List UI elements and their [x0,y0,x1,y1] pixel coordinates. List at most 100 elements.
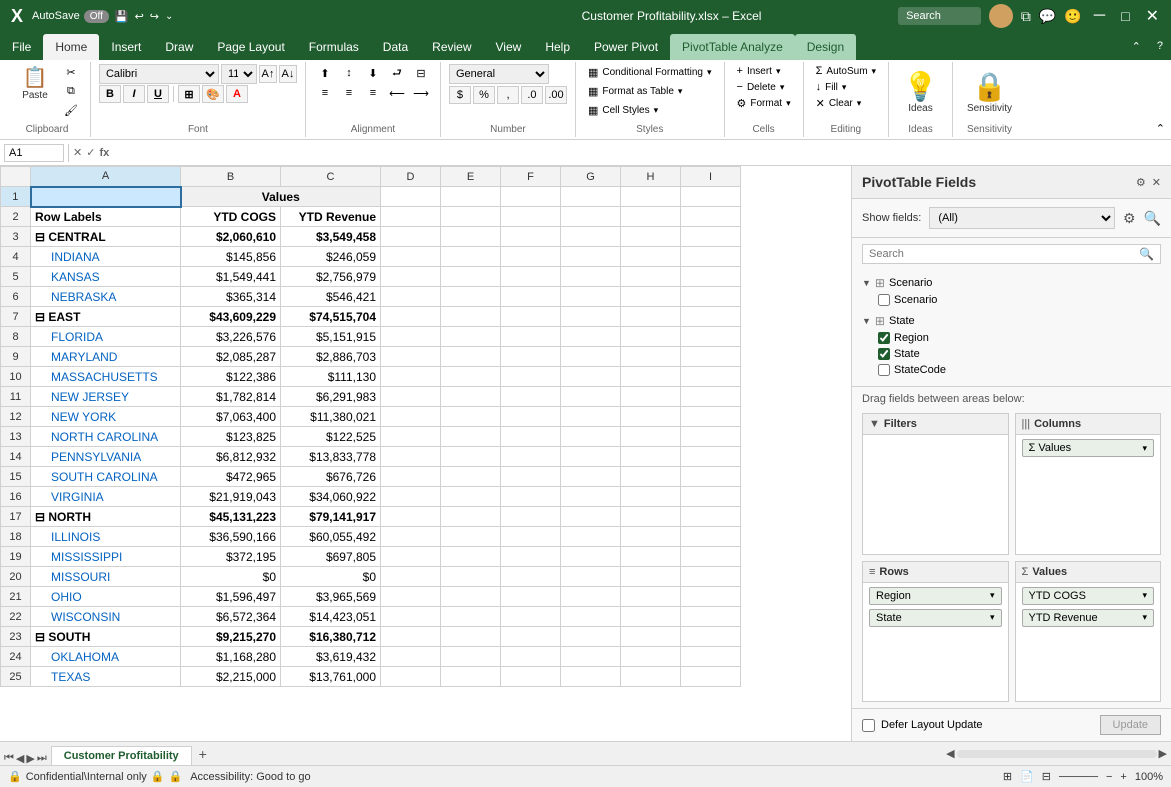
cell-11-I[interactable] [681,387,741,407]
cell-8-I[interactable] [681,327,741,347]
cell-2-A[interactable]: Row Labels [31,207,181,227]
zoom-slider[interactable]: ───── [1059,771,1098,783]
field-child-region[interactable]: Region [862,330,1161,346]
cell-9-E[interactable] [441,347,501,367]
row-number-20[interactable]: 20 [1,567,31,587]
bold-button[interactable]: B [99,85,121,103]
cell-7-A[interactable]: ⊟ EAST [31,307,181,327]
cell-1-G[interactable] [561,187,621,207]
cell-16-D[interactable] [381,487,441,507]
cell-12-H[interactable] [621,407,681,427]
insert-cells-btn[interactable]: + Insert ▾ [733,64,785,78]
format-cells-btn[interactable]: ⚙ Format ▾ [733,96,795,111]
cancel-formula-icon[interactable]: ✕ [73,146,82,159]
cell-24-G[interactable] [561,647,621,667]
row-number-18[interactable]: 18 [1,527,31,547]
zoom-in-icon[interactable]: + [1120,771,1126,783]
col-header-g[interactable]: G [561,167,621,187]
cell-6-G[interactable] [561,287,621,307]
cell-6-B[interactable]: $365,314 [181,287,281,307]
rows-tag-state[interactable]: State ▾ [869,609,1002,627]
cell-2-E[interactable] [441,207,501,227]
cell-8-H[interactable] [621,327,681,347]
statecode-checkbox[interactable] [878,364,890,376]
cell-21-E[interactable] [441,587,501,607]
save-icon[interactable]: 💾 [115,10,129,23]
state-checkbox[interactable] [878,348,890,360]
cell-18-G[interactable] [561,527,621,547]
cell-24-B[interactable]: $1,168,280 [181,647,281,667]
cell-25-H[interactable] [621,667,681,687]
ribbon-expand-icon[interactable]: ⌃ [1154,120,1167,137]
rows-tag-region[interactable]: Region ▾ [869,587,1002,605]
tab-file[interactable]: File [0,34,43,60]
cell-22-C[interactable]: $14,423,051 [281,607,381,627]
cell-17-H[interactable] [621,507,681,527]
cell-5-C[interactable]: $2,756,979 [281,267,381,287]
cell-11-A[interactable]: NEW JERSEY [31,387,181,407]
cell-14-A[interactable]: PENNSYLVANIA [31,447,181,467]
values-tag-ytd-cogs[interactable]: YTD COGS ▾ [1022,587,1155,605]
row-number-5[interactable]: 5 [1,267,31,287]
cell-23-I[interactable] [681,627,741,647]
tab-review[interactable]: Review [420,34,483,60]
cell-8-E[interactable] [441,327,501,347]
cell-1-D[interactable] [381,187,441,207]
cell-19-A[interactable]: MISSISSIPPI [31,547,181,567]
cell-16-H[interactable] [621,487,681,507]
col-header-b[interactable]: B [181,167,281,187]
cell-20-C[interactable]: $0 [281,567,381,587]
cell-24-A[interactable]: OKLAHOMA [31,647,181,667]
cell-2-H[interactable] [621,207,681,227]
paste-button[interactable]: 📋 Paste [12,64,58,105]
cell-2-F[interactable] [501,207,561,227]
col-header-d[interactable]: D [381,167,441,187]
cell-6-A[interactable]: NEBRASKA [31,287,181,307]
fill-color-button[interactable]: 🎨 [202,85,224,103]
cell-16-A[interactable]: VIRGINIA [31,487,181,507]
format-as-table-btn[interactable]: ▦ Format as Table ▾ [584,83,686,100]
cell-24-H[interactable] [621,647,681,667]
cell-styles-btn[interactable]: ▦ Cell Styles ▾ [584,102,662,119]
cell-25-A[interactable]: TEXAS [31,667,181,687]
tab-draw[interactable]: Draw [153,34,205,60]
cell-12-B[interactable]: $7,063,400 [181,407,281,427]
cell-1-F[interactable] [501,187,561,207]
cell-10-G[interactable] [561,367,621,387]
cell-21-F[interactable] [501,587,561,607]
pivot-search-toggle-icon[interactable]: 🔍 [1144,210,1161,227]
emoji-icon[interactable]: 🙂 [1064,8,1081,25]
cell-2-G[interactable] [561,207,621,227]
cell-8-D[interactable] [381,327,441,347]
cell-9-A[interactable]: MARYLAND [31,347,181,367]
cell-7-G[interactable] [561,307,621,327]
cell-24-C[interactable]: $3,619,432 [281,647,381,667]
cell-10-H[interactable] [621,367,681,387]
row-number-12[interactable]: 12 [1,407,31,427]
cell-18-D[interactable] [381,527,441,547]
cell-21-C[interactable]: $3,965,569 [281,587,381,607]
cell-12-C[interactable]: $11,380,021 [281,407,381,427]
font-size-select[interactable]: 11 [221,64,257,84]
font-increase-btn[interactable]: A↑ [259,65,277,83]
tab-help[interactable]: Help [533,34,582,60]
row-number-16[interactable]: 16 [1,487,31,507]
ideas-button[interactable]: 💡 Ideas [897,69,944,118]
cell-22-E[interactable] [441,607,501,627]
cell-17-E[interactable] [441,507,501,527]
tab-formulas[interactable]: Formulas [297,34,371,60]
cell-7-D[interactable] [381,307,441,327]
row-number-13[interactable]: 13 [1,427,31,447]
columns-tag-values[interactable]: Σ Values ▾ [1022,439,1155,457]
cell-20-H[interactable] [621,567,681,587]
cell-16-I[interactable] [681,487,741,507]
cell-8-B[interactable]: $3,226,576 [181,327,281,347]
cell-5-H[interactable] [621,267,681,287]
more-tools-icon[interactable]: ⌄ [165,11,173,22]
cell-11-D[interactable] [381,387,441,407]
cell-20-D[interactable] [381,567,441,587]
cell-13-G[interactable] [561,427,621,447]
field-child-state[interactable]: State [862,346,1161,362]
tab-power-pivot[interactable]: Power Pivot [582,34,670,60]
cell-6-I[interactable] [681,287,741,307]
